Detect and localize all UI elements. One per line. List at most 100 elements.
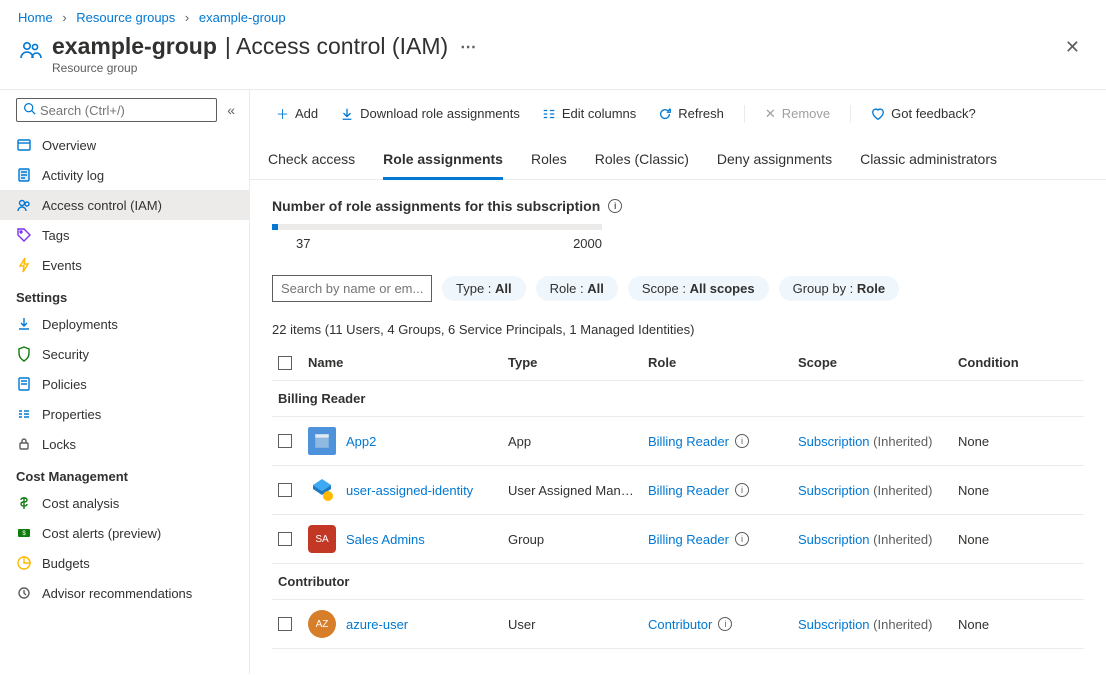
sidebar-item-advisor-recommendations[interactable]: Advisor recommendations: [0, 578, 249, 608]
info-icon[interactable]: i: [735, 532, 749, 546]
nav-label: Policies: [42, 377, 87, 392]
col-name[interactable]: Name: [308, 355, 508, 370]
info-icon[interactable]: i: [608, 199, 622, 213]
app-icon: [308, 427, 336, 455]
info-icon[interactable]: i: [735, 483, 749, 497]
role-link[interactable]: Billing Reader: [648, 483, 729, 498]
edit-columns-button[interactable]: Edit columns: [534, 102, 644, 125]
row-checkbox[interactable]: [278, 532, 292, 546]
separator: [744, 105, 745, 123]
principal-link[interactable]: user-assigned-identity: [346, 483, 473, 498]
remove-icon: ✕: [765, 106, 776, 122]
sidebar-item-locks[interactable]: Locks: [0, 429, 249, 459]
role-link[interactable]: Contributor: [648, 617, 712, 632]
col-scope[interactable]: Scope: [798, 355, 958, 370]
add-button[interactable]: ＋Add: [268, 100, 326, 127]
role-link[interactable]: Billing Reader: [648, 434, 729, 449]
table-row: App2AppBilling ReaderiSubscription (Inhe…: [272, 417, 1084, 466]
breadcrumb-link[interactable]: Home: [18, 10, 53, 25]
principal-link[interactable]: azure-user: [346, 617, 408, 632]
scope-link[interactable]: Subscription: [798, 434, 870, 449]
cell-type: User: [508, 617, 648, 632]
cell-type: App: [508, 434, 648, 449]
search-icon: [23, 102, 36, 118]
sidebar-item-budgets[interactable]: Budgets: [0, 548, 249, 578]
separator: [850, 105, 851, 123]
row-checkbox[interactable]: [278, 483, 292, 497]
lock-icon: [16, 436, 32, 452]
columns-icon: [542, 107, 556, 121]
remove-button: ✕Remove: [757, 102, 838, 126]
sidebar-item-activity-log[interactable]: Activity log: [0, 160, 249, 190]
download-button[interactable]: Download role assignments: [332, 102, 528, 125]
scope-link[interactable]: Subscription: [798, 617, 870, 632]
principal-link[interactable]: App2: [346, 434, 376, 449]
cell-condition: None: [958, 532, 1048, 547]
tab-classic-administrators[interactable]: Classic administrators: [860, 145, 997, 179]
filter-search-input[interactable]: [272, 275, 432, 302]
tab-check-access[interactable]: Check access: [268, 145, 355, 179]
nav-label: Access control (IAM): [42, 198, 162, 213]
info-icon[interactable]: i: [735, 434, 749, 448]
nav-label: Cost analysis: [42, 496, 119, 511]
nav-section-cost: Cost Management: [0, 459, 249, 488]
tab-roles-classic-[interactable]: Roles (Classic): [595, 145, 689, 179]
sidebar-item-access-control-iam-[interactable]: Access control (IAM): [0, 190, 249, 220]
chevron-right-icon: ›: [185, 10, 189, 25]
select-all-checkbox[interactable]: [278, 356, 292, 370]
cell-type: User Assigned Man…: [508, 483, 648, 498]
sidebar-item-policies[interactable]: Policies: [0, 369, 249, 399]
feedback-button[interactable]: Got feedback?: [863, 102, 984, 125]
breadcrumb-link[interactable]: example-group: [199, 10, 286, 25]
sidebar-item-events[interactable]: Events: [0, 250, 249, 280]
close-icon[interactable]: ✕: [1057, 33, 1088, 62]
nav-label: Budgets: [42, 556, 90, 571]
filter-type[interactable]: Type : All: [442, 276, 526, 301]
nav-label: Cost alerts (preview): [42, 526, 161, 541]
sidebar-item-security[interactable]: Security: [0, 339, 249, 369]
sidebar-item-overview[interactable]: Overview: [0, 130, 249, 160]
nav-label: Overview: [42, 138, 96, 153]
breadcrumb-link[interactable]: Resource groups: [76, 10, 175, 25]
sidebar-item-deployments[interactable]: Deployments: [0, 309, 249, 339]
plus-icon: ＋: [276, 104, 289, 123]
role-link[interactable]: Billing Reader: [648, 532, 729, 547]
tab-roles[interactable]: Roles: [531, 145, 567, 179]
table-header: Name Type Role Scope Condition: [272, 345, 1084, 381]
filter-scope[interactable]: Scope : All scopes: [628, 276, 769, 301]
inherited-label: (Inherited): [873, 483, 932, 498]
principal-link[interactable]: Sales Admins: [346, 532, 425, 547]
sidebar-item-tags[interactable]: Tags: [0, 220, 249, 250]
sidebar: « Overview Activity log Access control (IA…: [0, 90, 250, 674]
sidebar-item-cost-alerts-preview-[interactable]: $Cost alerts (preview): [0, 518, 249, 548]
col-condition[interactable]: Condition: [958, 355, 1048, 370]
people-icon: [16, 197, 32, 213]
tab-deny-assignments[interactable]: Deny assignments: [717, 145, 832, 179]
scope-link[interactable]: Subscription: [798, 483, 870, 498]
row-checkbox[interactable]: [278, 434, 292, 448]
more-icon[interactable]: ⋯: [460, 37, 476, 57]
col-role[interactable]: Role: [648, 355, 798, 370]
row-checkbox[interactable]: [278, 617, 292, 631]
col-type[interactable]: Type: [508, 355, 648, 370]
policy-icon: [16, 376, 32, 392]
page-title: example-group | Access control (IAM) ⋯: [52, 33, 476, 60]
nav-label: Properties: [42, 407, 101, 422]
quota-progress: 37 2000: [272, 224, 602, 251]
sidebar-item-cost-analysis[interactable]: Cost analysis: [0, 488, 249, 518]
nav-label: Security: [42, 347, 89, 362]
tab-role-assignments[interactable]: Role assignments: [383, 145, 503, 180]
filter-groupby[interactable]: Group by : Role: [779, 276, 899, 301]
collapse-icon[interactable]: «: [225, 100, 237, 120]
tag-icon: [16, 227, 32, 243]
quota-used: 37: [296, 236, 310, 251]
overview-icon: [16, 137, 32, 153]
scope-link[interactable]: Subscription: [798, 532, 870, 547]
cell-type: Group: [508, 532, 648, 547]
filter-role[interactable]: Role : All: [536, 276, 618, 301]
search-input[interactable]: [16, 98, 217, 122]
quota-heading: Number of role assignments for this subs…: [272, 198, 1084, 214]
sidebar-item-properties[interactable]: Properties: [0, 399, 249, 429]
refresh-button[interactable]: Refresh: [650, 102, 732, 125]
info-icon[interactable]: i: [718, 617, 732, 631]
